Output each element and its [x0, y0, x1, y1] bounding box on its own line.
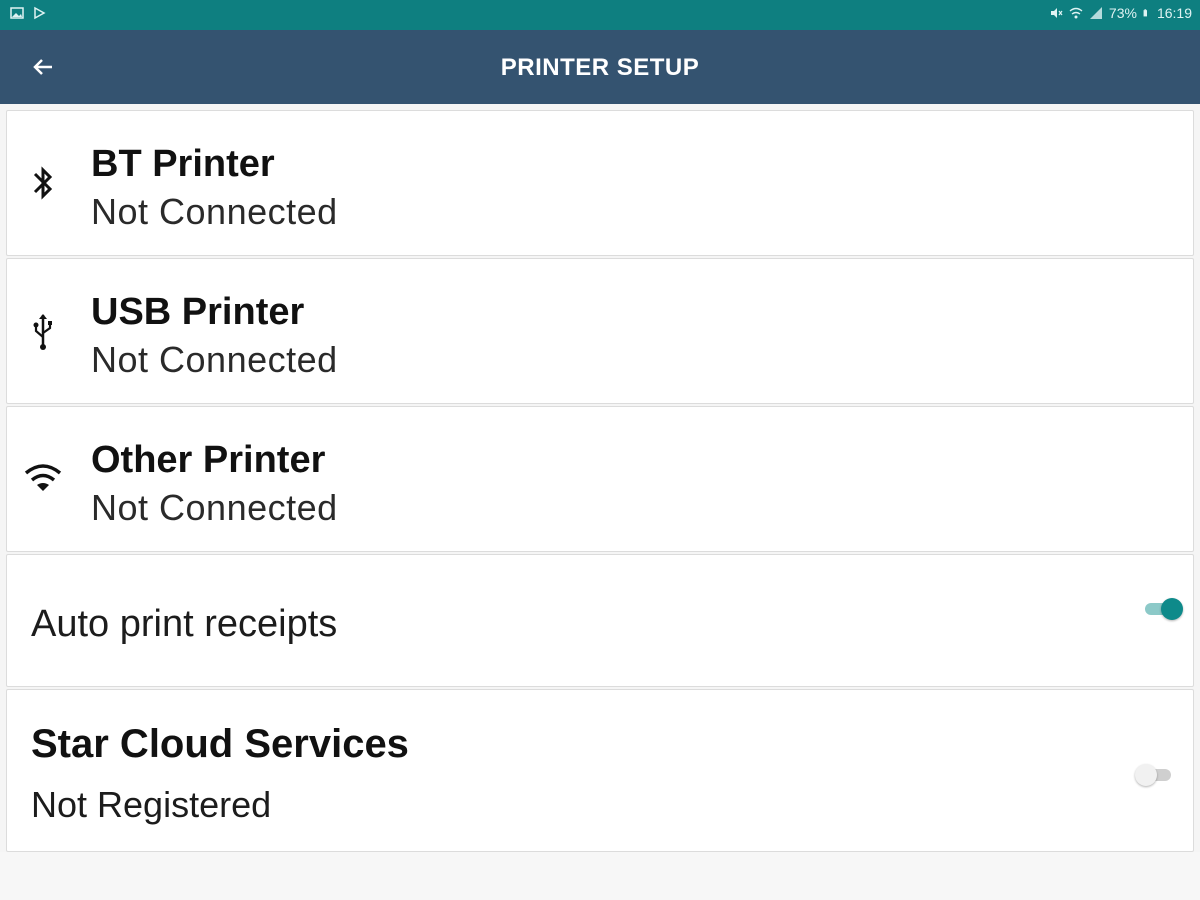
- mute-icon: [1050, 8, 1063, 18]
- signal-icon: [1089, 7, 1102, 19]
- printer-status: Not Connected: [91, 339, 338, 380]
- status-bar: 73% 16:19: [0, 0, 1200, 30]
- bluetooth-icon: [23, 163, 63, 203]
- printer-row-bluetooth[interactable]: BT Printer Not Connected: [6, 110, 1194, 256]
- printer-name: Other Printer: [91, 439, 326, 481]
- usb-icon: [23, 311, 63, 351]
- toggle-thumb: [1135, 764, 1157, 786]
- printer-row-other[interactable]: Other Printer Not Connected: [6, 406, 1194, 552]
- auto-print-label: Auto print receipts: [31, 603, 338, 645]
- star-cloud-toggle[interactable]: [1135, 763, 1175, 787]
- play-store-icon: [34, 6, 46, 20]
- status-system: 73% 16:19: [1049, 5, 1192, 21]
- wifi-icon: [1069, 7, 1083, 19]
- auto-print-row: Auto print receipts: [6, 554, 1194, 687]
- app-bar: PRINTER SETUP: [0, 30, 1200, 104]
- bottom-area: [0, 852, 1200, 900]
- printer-status: Not Connected: [91, 487, 338, 528]
- toggle-thumb: [1161, 598, 1183, 620]
- status-notifications: [10, 6, 46, 20]
- printer-setup-screen: 73% 16:19 PRINTER SETUP BT Printer Not C…: [0, 0, 1200, 900]
- printer-row-usb[interactable]: USB Printer Not Connected: [6, 258, 1194, 404]
- battery-icon: [1143, 9, 1147, 17]
- settings-list: BT Printer Not Connected USB Printer Not…: [6, 108, 1194, 852]
- clock: 16:19: [1156, 5, 1192, 21]
- printer-name: BT Printer: [91, 143, 275, 185]
- battery-percent: 73%: [1108, 5, 1137, 21]
- page-title: PRINTER SETUP: [500, 54, 700, 81]
- star-cloud-title: Star Cloud Services: [31, 722, 409, 766]
- auto-print-toggle[interactable]: [1143, 597, 1183, 621]
- printer-name: USB Printer: [91, 291, 305, 333]
- printer-status: Not Connected: [91, 191, 338, 232]
- star-cloud-status: Not Registered: [31, 784, 272, 825]
- wifi-icon: [23, 459, 63, 499]
- star-cloud-row: Star Cloud Services Not Registered: [6, 689, 1194, 852]
- image-icon: [10, 7, 24, 19]
